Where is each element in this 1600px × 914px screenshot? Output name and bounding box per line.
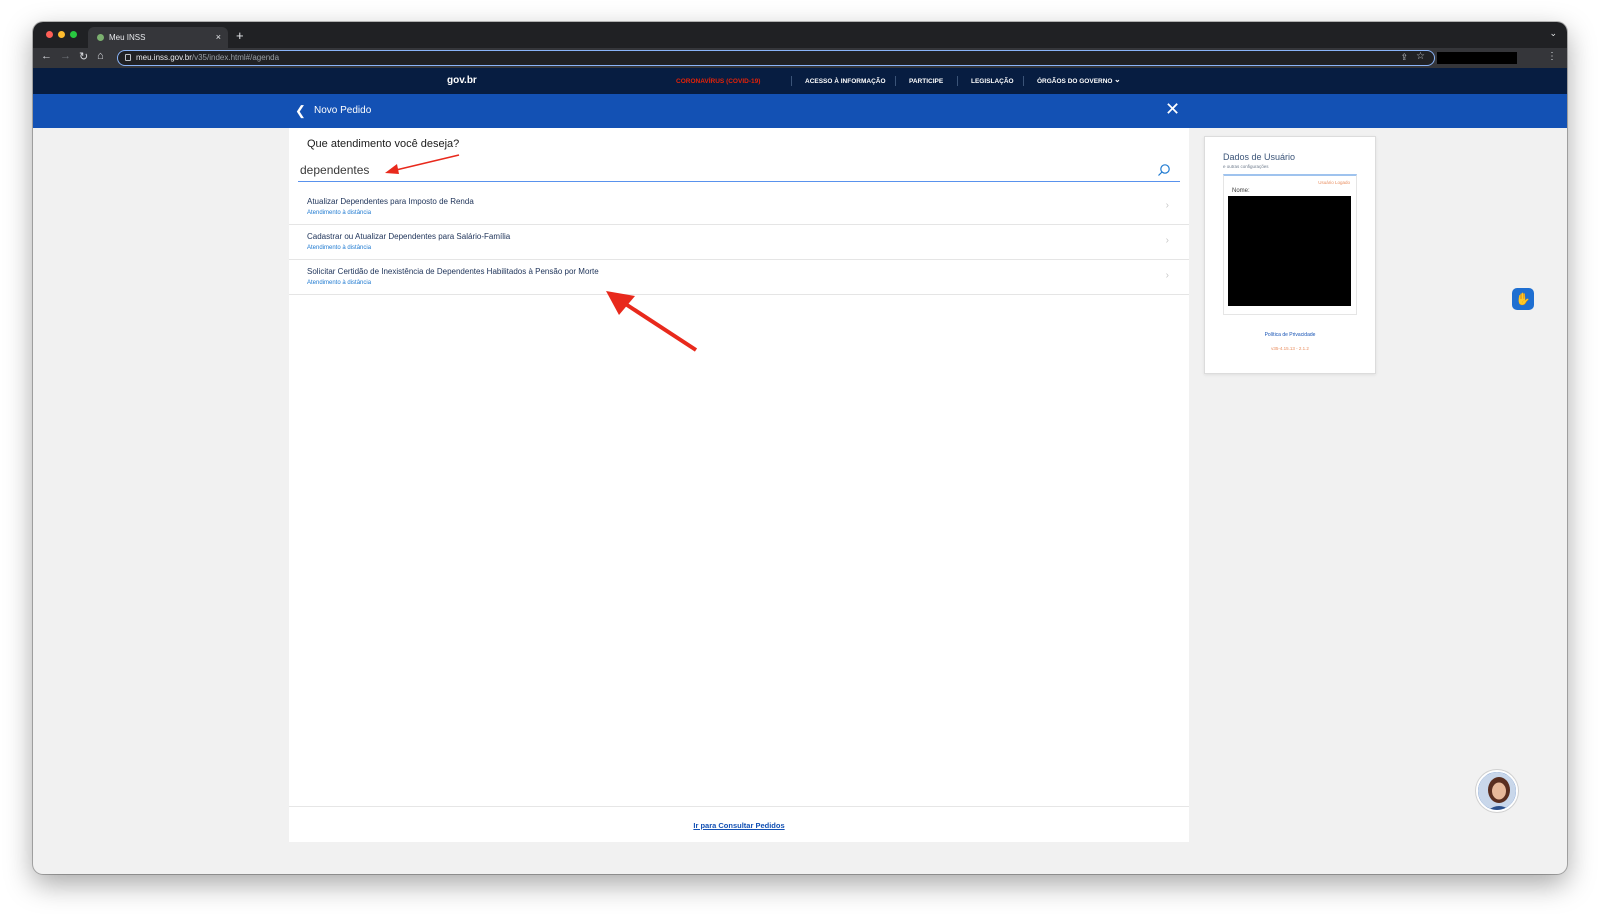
govbar-link-legislacao[interactable]: LEGISLAÇÃO	[971, 78, 1014, 85]
result-item[interactable]: Cadastrar ou Atualizar Dependentes para …	[289, 225, 1189, 260]
tab-title: Meu INSS	[109, 33, 146, 42]
result-title: Solicitar Certidão de Inexistência de De…	[307, 267, 599, 276]
chevron-down-icon[interactable]: ⌄	[1114, 75, 1121, 84]
accessibility-hands-icon[interactable]: ✋	[1512, 288, 1534, 310]
consult-requests-link[interactable]: Ir para Consultar Pedidos	[289, 821, 1189, 830]
browser-tab[interactable]: Meu INSS ×	[88, 27, 228, 48]
virtual-assistant-avatar[interactable]	[1476, 770, 1518, 812]
user-card-title: Dados de Usuário	[1223, 152, 1296, 162]
share-icon[interactable]: ⇪	[1400, 52, 1408, 63]
govbar-link-covid[interactable]: CORONAVÍRUS (COVID-19)	[676, 78, 760, 85]
govbar-link-orgaos[interactable]: ÓRGÃOS DO GOVERNO	[1037, 78, 1112, 85]
page-header: ❮ Novo Pedido ✕	[33, 94, 1567, 128]
result-subtitle: Atendimento à distância	[307, 210, 372, 216]
gov-bar: gov.br CORONAVÍRUS (COVID-19) ACESSO À I…	[33, 68, 1567, 94]
chevron-right-icon: ›	[1165, 200, 1169, 211]
browser-menu-icon[interactable]: ⋮	[1547, 51, 1557, 62]
chevron-right-icon: ›	[1165, 270, 1169, 281]
browser-window: Meu INSS × + ⌄ ← → ↻ ⌂ meu.inss.gov.br/v…	[33, 22, 1567, 874]
search-icon[interactable]	[1157, 163, 1171, 177]
tab-close-icon[interactable]: ×	[216, 32, 221, 42]
browser-toolbar: ← → ↻ ⌂ meu.inss.gov.br/v35/index.html#/…	[33, 48, 1567, 68]
result-item[interactable]: Solicitar Certidão de Inexistência de De…	[289, 260, 1189, 295]
result-title: Atualizar Dependentes para Imposto de Re…	[307, 197, 474, 206]
site-favicon-icon	[97, 34, 104, 41]
back-arrow-icon[interactable]: ←	[41, 50, 52, 62]
assistant-portrait-icon	[1478, 772, 1516, 810]
tab-strip: Meu INSS × + ⌄	[33, 22, 1567, 48]
result-item[interactable]: Atualizar Dependentes para Imposto de Re…	[289, 190, 1189, 225]
panel-footer: Ir para Consultar Pedidos	[289, 806, 1189, 842]
user-card-subtitle: e outras configurações	[1223, 164, 1269, 169]
new-tab-button[interactable]: +	[236, 28, 244, 43]
close-icon[interactable]: ✕	[1165, 99, 1180, 120]
address-bar[interactable]: meu.inss.gov.br/v35/index.html#/agenda ⇪…	[117, 50, 1435, 66]
result-subtitle: Atendimento à distância	[307, 245, 372, 251]
lock-icon	[125, 54, 131, 61]
reload-icon[interactable]: ↻	[79, 50, 88, 63]
home-icon[interactable]: ⌂	[97, 50, 104, 62]
logged-user-label: Usuário Logado	[1318, 180, 1350, 185]
search-question: Que atendimento você deseja?	[307, 138, 460, 150]
divider	[957, 76, 958, 86]
divider	[1023, 76, 1024, 86]
back-chevron-icon[interactable]: ❮	[295, 103, 306, 119]
govbar-link-participe[interactable]: PARTICIPE	[909, 78, 943, 85]
name-label: Nome:	[1232, 188, 1250, 194]
govbar-link-acesso[interactable]: ACESSO À INFORMAÇÃO	[805, 78, 886, 85]
url-text: meu.inss.gov.br/v35/index.html#/agenda	[136, 53, 280, 62]
divider	[895, 76, 896, 86]
user-data-card: Dados de Usuário e outras configurações …	[1204, 136, 1376, 374]
version-label: v35-4.15.13 - 2.1.2	[1271, 346, 1309, 351]
chevron-right-icon: ›	[1165, 235, 1169, 246]
close-window-button[interactable]	[46, 31, 53, 38]
tab-search-chevron-icon[interactable]: ⌄	[1549, 28, 1557, 39]
minimize-window-button[interactable]	[58, 31, 65, 38]
result-subtitle: Atendimento à distância	[307, 280, 372, 286]
maximize-window-button[interactable]	[70, 31, 77, 38]
redacted-user-info	[1228, 196, 1351, 306]
redacted-profile-area	[1437, 52, 1517, 64]
service-search-panel: Que atendimento você deseja? Atualizar D…	[289, 128, 1189, 842]
privacy-policy-link[interactable]: Política de Privacidade	[1205, 332, 1375, 338]
user-info-box: Usuário Logado Nome:	[1223, 174, 1357, 315]
result-title: Cadastrar ou Atualizar Dependentes para …	[307, 232, 511, 241]
page-title: Novo Pedido	[314, 105, 372, 116]
bookmark-star-icon[interactable]: ☆	[1416, 51, 1425, 62]
forward-arrow-icon[interactable]: →	[60, 50, 71, 62]
govbr-logo[interactable]: gov.br	[447, 75, 477, 86]
search-input[interactable]	[298, 158, 1180, 182]
divider	[791, 76, 792, 86]
